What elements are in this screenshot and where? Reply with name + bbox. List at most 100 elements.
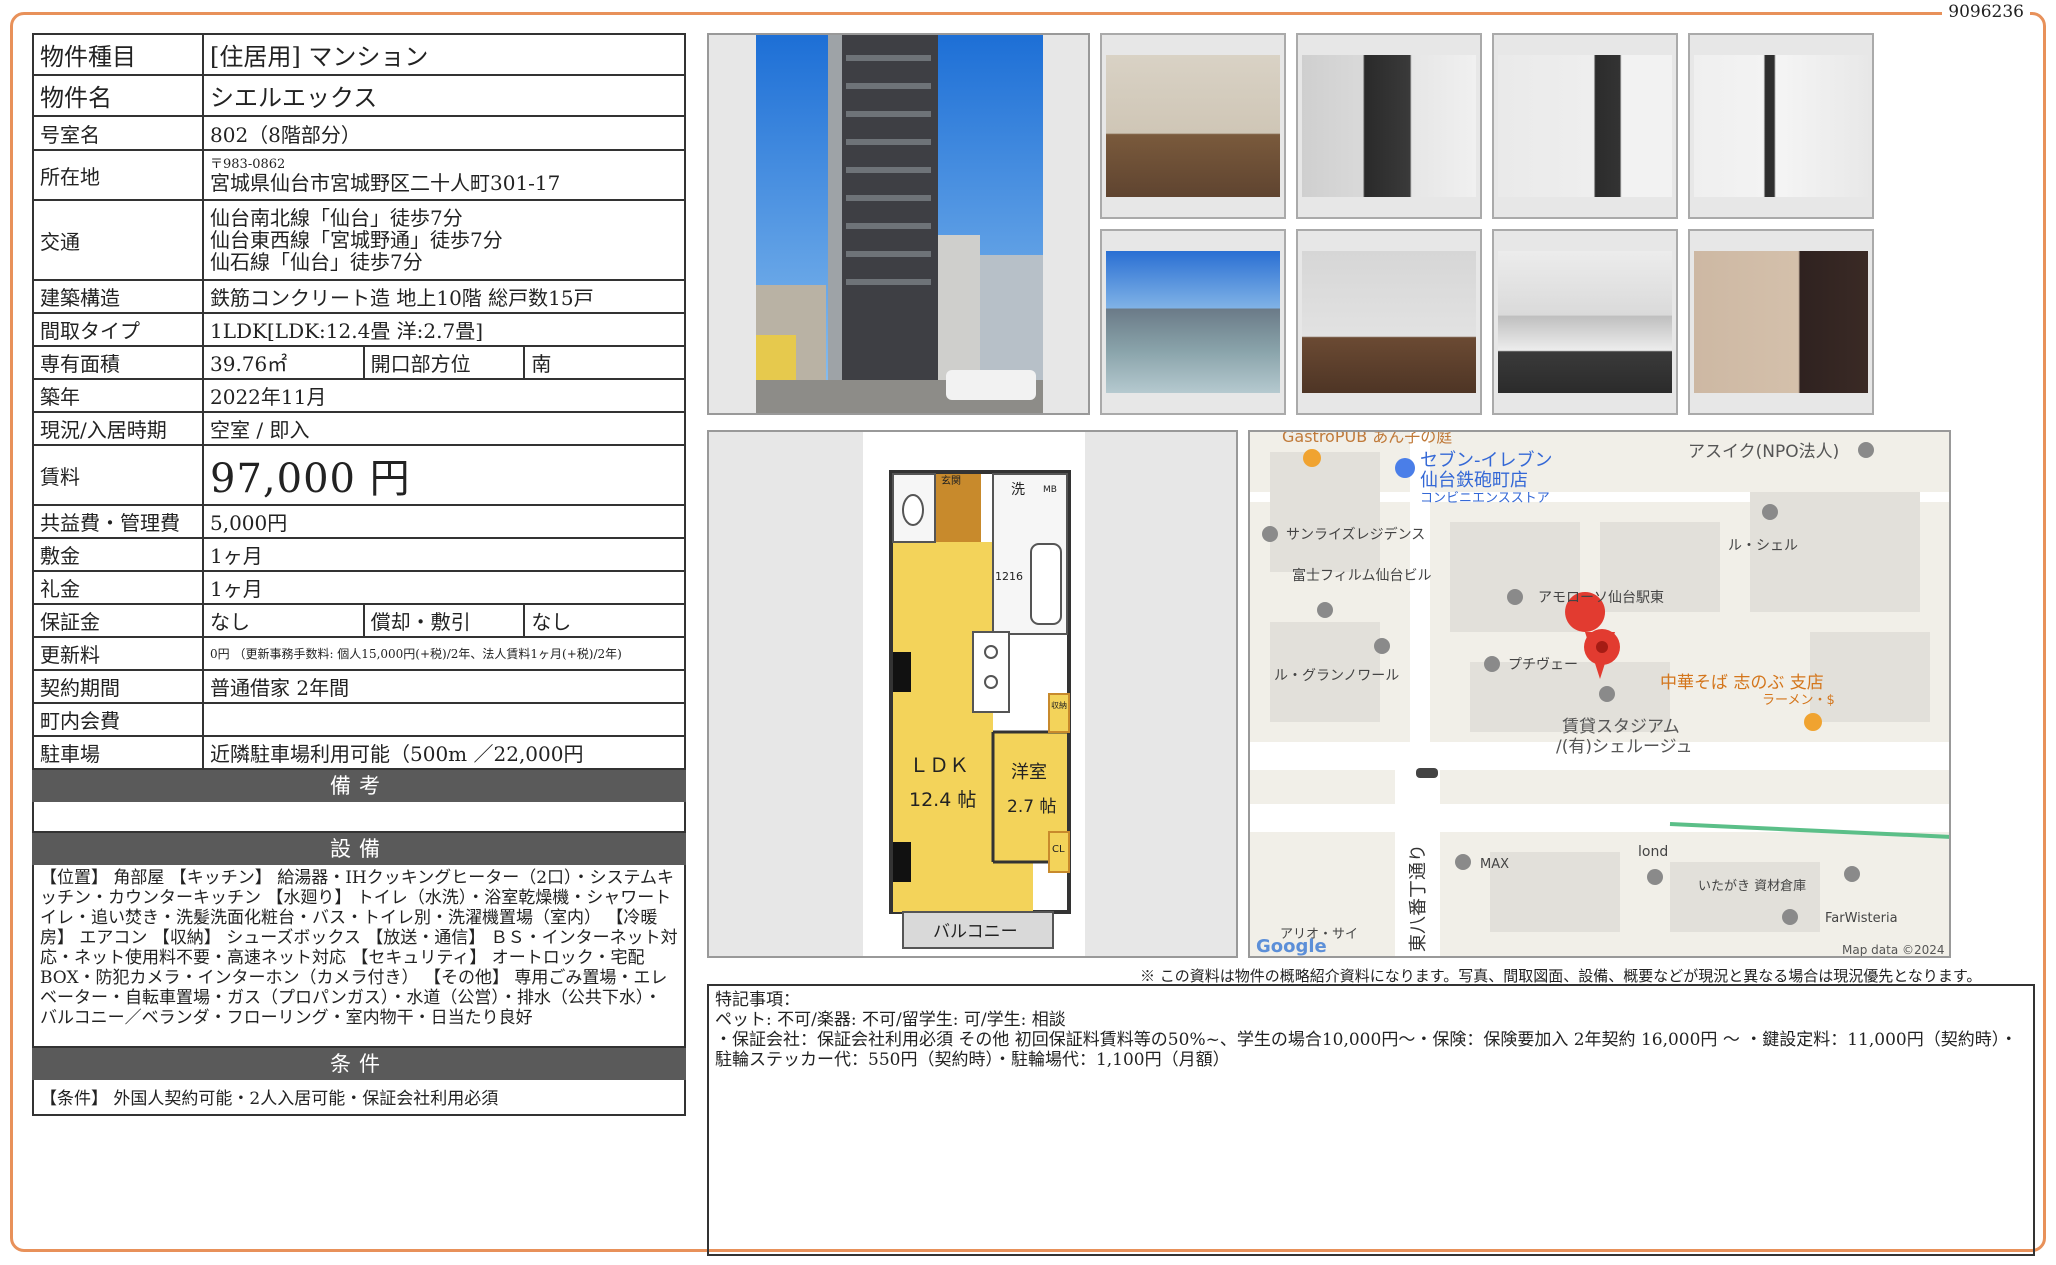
town-fee-value — [202, 702, 686, 737]
traffic-line: 仙石線「仙台」徒歩7分 — [210, 250, 423, 274]
type-label: 物件種目 — [32, 33, 204, 76]
area-value: 39.76㎡ — [202, 345, 365, 380]
key-money-value: 1ヶ月 — [202, 570, 686, 605]
room-photo[interactable] — [1100, 33, 1286, 219]
plan-label-you-size: 2.7 帖 — [1007, 797, 1056, 817]
built-label: 築年 — [32, 378, 204, 413]
property-spec-table: 物件種目 [住居用] マンション 物件名 シエルエックス 号室名 802（8階部… — [32, 33, 686, 1116]
map-label-sunrise: サンライズレジデンス — [1286, 526, 1425, 543]
room-photo[interactable] — [1296, 33, 1482, 219]
room-photo[interactable] — [1688, 33, 1874, 219]
google-logo: Google — [1256, 936, 1327, 957]
rent-label: 賃料 — [32, 444, 204, 506]
building-photo — [756, 35, 1043, 413]
plan-label-ldk-size: 12.4 帖 — [909, 789, 976, 811]
map-panel[interactable]: GastroPUB あん子の庭 セブン-イレブン 仙台鉄砲町店 コンビニエンスス… — [1248, 430, 1951, 958]
address-zip: 〒983-0862 — [210, 156, 286, 172]
room-photo[interactable] — [1492, 33, 1678, 219]
renewal-label: 更新料 — [32, 636, 204, 671]
special-remarks-box: 特記事項： ペット: 不可/楽器: 不可/留学生: 可/学生: 相談 ・保証会社… — [707, 984, 2035, 1256]
traffic-cell: 仙台南北線「仙台」徒歩7分 仙台東西線「宮城野通」徒歩7分 仙石線「仙台」徒歩7… — [202, 199, 686, 281]
deposit-value: 1ヶ月 — [202, 537, 686, 572]
remarks-header: 備考 — [32, 768, 686, 802]
map-data-credit: Map data ©2024 — [1842, 943, 1945, 957]
map-label-chintai: 賃貸スタジアム — [1562, 717, 1680, 737]
map-label-ramen: ラーメン・$ — [1762, 693, 1835, 708]
map-label-farwisteria: FarWisteria — [1825, 911, 1898, 926]
parking-value: 近隣駐車場利用可能（500m ／22,000円 — [202, 735, 686, 770]
remarks-body — [32, 800, 686, 833]
rent-value: 97,000 円 — [202, 444, 686, 506]
direction-label: 開口部方位 — [362, 345, 526, 380]
plan-label-cl: CL — [1052, 844, 1065, 855]
traffic-line: 仙台南北線「仙台」徒歩7分 — [210, 206, 463, 230]
map-label-puchi: プチヴェー — [1508, 656, 1578, 673]
status-value: 空室 / 即入 — [202, 411, 686, 446]
floor-plan-panel: 玄関 洗 MB 1216 ＬＤＫ 12.4 帖 洋室 2.7 帖 収納 CL バ… — [707, 430, 1238, 958]
map-label-amoroso: アモローソ仙台駅東 — [1538, 590, 1664, 606]
room-label: 号室名 — [32, 115, 204, 151]
plan-label-balcony: バルコニー — [933, 922, 1018, 942]
map-label-itagaki: いたがき 資材倉庫 — [1698, 879, 1806, 894]
conditions-header: 条件 — [32, 1046, 686, 1080]
document-id: 9096236 — [1942, 2, 2030, 22]
area-label: 専有面積 — [32, 345, 204, 380]
facilities-body: 【位置】 角部屋 【キッチン】 給湯器・IHクッキングヒーター（2口）・システム… — [32, 863, 686, 1048]
disclaimer-note: ※ この資料は物件の概略紹介資料になります。写真、間取図面、設備、概要などが現況… — [1140, 967, 1982, 985]
floor-plan: 玄関 洗 MB 1216 ＬＤＫ 12.4 帖 洋室 2.7 帖 収納 CL バ… — [863, 432, 1085, 956]
room-photo[interactable] — [1100, 229, 1286, 415]
address-label: 所在地 — [32, 149, 204, 201]
room-photo[interactable] — [1688, 229, 1874, 415]
map-label-seven-type: コンビニエンスストア — [1420, 491, 1550, 506]
plan-label-genkan: 玄関 — [941, 474, 961, 487]
direction-value: 南 — [523, 345, 686, 380]
plan-label-ldk: ＬＤＫ — [909, 753, 969, 777]
map-label-fuji: 富士フィルム仙台ビル — [1292, 567, 1431, 584]
map-label-max: MAX — [1480, 857, 1509, 872]
room-photo[interactable] — [1492, 229, 1678, 415]
map-label-seven: セブン-イレブン — [1420, 449, 1553, 471]
special-remarks-title: 特記事項： — [715, 990, 800, 1010]
room-value: 802（8階部分） — [202, 115, 686, 151]
plan-label-shuno: 収納 — [1051, 700, 1067, 710]
type-value: [住居用] マンション — [202, 33, 686, 76]
amortization-label: 償却・敷引 — [362, 603, 526, 638]
map-label-seven-branch: 仙台鉄砲町店 — [1420, 470, 1528, 491]
structure-label: 建築構造 — [32, 279, 204, 314]
map-label-gastro: GastroPUB あん子の庭 — [1282, 432, 1452, 446]
plan-label-youshitsu: 洋室 — [1011, 762, 1047, 783]
key-money-label: 礼金 — [32, 570, 204, 605]
map-label-grand: ル・グランノワール — [1274, 668, 1399, 684]
map-label-street: 東八番丁通り — [1408, 844, 1429, 952]
special-remarks-line: ・保証会社：保証会社利用必須 その他 初回保証料賃料等の50%~、学生の場合10… — [715, 1030, 2018, 1070]
map-label-chintai-sub: /(有)シェルージュ — [1556, 737, 1692, 757]
layout-label: 間取タイプ — [32, 312, 204, 347]
traffic-label: 交通 — [32, 199, 204, 281]
room-photo[interactable] — [1296, 229, 1482, 415]
layout-value: 1LDK[LDK:12.4畳 洋:2.7畳] — [202, 312, 686, 347]
map-label-lushell: ル・シェル — [1728, 538, 1798, 554]
renewal-value: 0円 （更新事務手数料: 個人15,000円(+税)/2年、法人賃料1ヶ月(+税… — [202, 636, 686, 671]
name-value: シエルエックス — [202, 74, 686, 117]
map-label-lond: lond — [1638, 844, 1668, 860]
fee-value: 5,000円 — [202, 504, 686, 539]
structure-value: 鉄筋コンクリート造 地上10階 総戸数15戸 — [202, 279, 686, 314]
plan-label-number: 1216 — [995, 570, 1023, 583]
name-label: 物件名 — [32, 74, 204, 117]
map-label-chuka: 中華そば 志のぶ 支店 — [1660, 673, 1824, 693]
map-label-asuiku: アスイク(NPO法人) — [1688, 442, 1839, 462]
amortization-value: なし — [523, 603, 686, 638]
address-cell: 〒983-0862 宮城県仙台市宮城野区二十人町301-17 — [202, 149, 686, 201]
contract-value: 普通借家 2年間 — [202, 669, 686, 704]
town-fee-label: 町内会費 — [32, 702, 204, 737]
plan-label-sen: 洗 — [1011, 482, 1025, 498]
status-label: 現況/入居時期 — [32, 411, 204, 446]
special-remarks-line: ペット: 不可/楽器: 不可/留学生: 可/学生: 相談 — [715, 1010, 1066, 1030]
plan-label-mb: MB — [1043, 485, 1057, 495]
building-photo-panel — [707, 33, 1090, 415]
guarantee-value: なし — [202, 603, 365, 638]
contract-label: 契約期間 — [32, 669, 204, 704]
built-value: 2022年11月 — [202, 378, 686, 413]
conditions-body: 【条件】 外国人契約可能・2人入居可能・保証会社利用必須 — [32, 1078, 686, 1116]
map: GastroPUB あん子の庭 セブン-イレブン 仙台鉄砲町店 コンビニエンスス… — [1250, 432, 1949, 957]
